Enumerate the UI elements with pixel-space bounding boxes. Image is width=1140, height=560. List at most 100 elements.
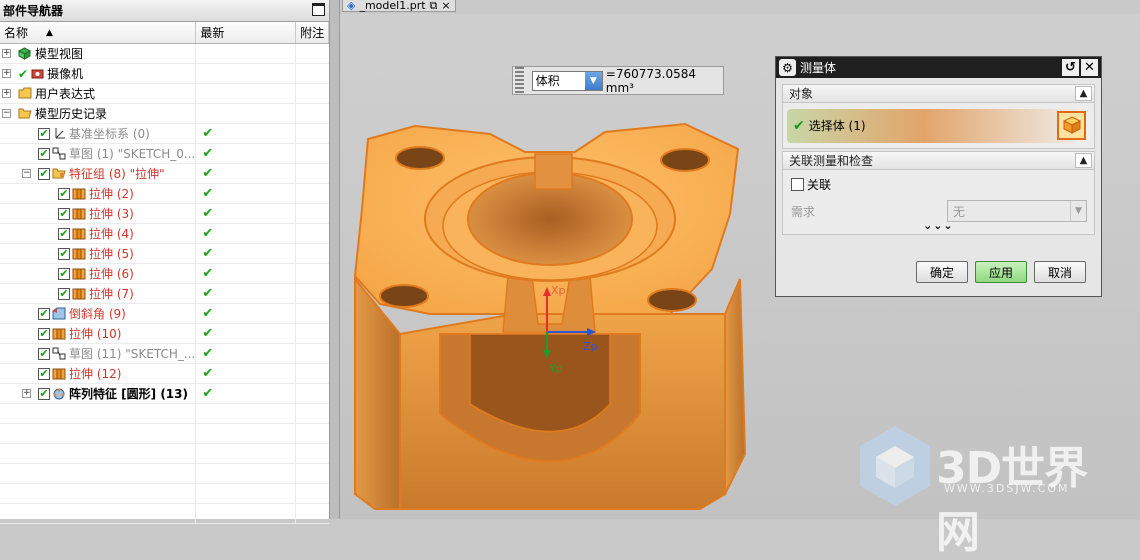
- tree-row[interactable]: ✔ 拉伸 (12) ✔: [0, 364, 329, 384]
- tree-row[interactable]: ✔ 拉伸 (7) ✔: [0, 284, 329, 304]
- tree-row[interactable]: − ✔ 特征组 (8) "拉伸" ✔: [0, 164, 329, 184]
- tree-row[interactable]: ✔ 草图 (1) "SKETCH_0... ✔: [0, 144, 329, 164]
- tree-row[interactable]: + 用户表达式: [0, 84, 329, 104]
- maximize-icon[interactable]: [312, 3, 325, 16]
- tree-row[interactable]: + ✔ 摄像机: [0, 64, 329, 84]
- tree-row-notes: [296, 384, 329, 403]
- panel-splitter[interactable]: [330, 0, 340, 519]
- chevron-up-icon[interactable]: ▲: [1075, 153, 1092, 168]
- model-right-face: [724, 278, 747, 495]
- associative-label: 关联: [807, 178, 832, 192]
- tree-row-notes: [296, 44, 329, 63]
- ok-button[interactable]: 确定: [916, 261, 968, 283]
- tree-row[interactable]: − 模型历史记录: [0, 104, 329, 124]
- tree-row-name: + 模型视图: [0, 44, 197, 63]
- column-header-notes[interactable]: 附注: [296, 22, 329, 43]
- expand-icon[interactable]: +: [2, 89, 11, 98]
- visibility-checkbox[interactable]: ✔: [58, 207, 70, 220]
- drag-grip-icon[interactable]: [515, 67, 524, 94]
- tree-row-label: 倒斜角 (9): [69, 307, 126, 321]
- more-options-icon[interactable]: ⌄⌄⌄: [923, 219, 954, 232]
- empty-row: [0, 444, 329, 464]
- expand-icon[interactable]: +: [2, 49, 11, 58]
- tree-row[interactable]: + ✔ 阵列特征 [圆形] (13) ✔: [0, 384, 329, 404]
- associative-option: 关联: [791, 176, 831, 193]
- tree-row-notes: [296, 84, 329, 103]
- tree-row[interactable]: + 模型视图: [0, 44, 329, 64]
- apply-button[interactable]: 应用: [975, 261, 1027, 283]
- visibility-checkbox[interactable]: ✔: [38, 167, 50, 180]
- tree-row[interactable]: ✔ 拉伸 (10) ✔: [0, 324, 329, 344]
- collapse-icon[interactable]: −: [2, 109, 11, 118]
- expand-icon[interactable]: +: [22, 389, 31, 398]
- cancel-button[interactable]: 取消: [1034, 261, 1086, 283]
- visibility-checkbox[interactable]: ✔: [38, 347, 50, 360]
- visibility-checkbox[interactable]: ✔: [58, 267, 70, 280]
- tree-row[interactable]: ✔ 基准坐标系 (0) ✔: [0, 124, 329, 144]
- tree-row-label: 草图 (1) "SKETCH_0...: [69, 147, 196, 161]
- column-header-name[interactable]: 名称 ▲: [0, 22, 197, 43]
- visibility-checkbox[interactable]: ✔: [58, 187, 70, 200]
- tree-row-name: ✔ 拉伸 (3): [0, 204, 197, 223]
- empty-row: [0, 424, 329, 444]
- tree-row-notes: [296, 264, 329, 283]
- visibility-checkbox[interactable]: ✔: [38, 127, 50, 140]
- tree-row-label: 拉伸 (5): [89, 247, 134, 261]
- mounting-hole: [395, 146, 445, 170]
- tree-row-label: 拉伸 (3): [89, 207, 134, 221]
- requirement-value: 无: [953, 204, 966, 219]
- requirement-select[interactable]: 无 ▼: [947, 200, 1087, 222]
- visibility-checkbox[interactable]: ✔: [38, 307, 50, 320]
- section-assoc-header[interactable]: 关联测量和检查 ▲: [782, 151, 1095, 170]
- check-icon: ✔: [18, 66, 29, 81]
- select-body-button[interactable]: [1057, 110, 1086, 140]
- associative-checkbox[interactable]: [791, 178, 804, 191]
- tree-row[interactable]: ✔ 草图 (11) "SKETCH_... ✔: [0, 344, 329, 364]
- visibility-checkbox[interactable]: ✔: [38, 367, 50, 380]
- select-body-row[interactable]: ✔ 选择体 (1): [787, 108, 1090, 143]
- up-to-date-icon: ✔: [202, 186, 214, 201]
- navigator-title-bar: 部件导航器: [0, 0, 329, 22]
- tree-row-label: 基准坐标系 (0): [69, 127, 150, 141]
- visibility-checkbox[interactable]: ✔: [38, 147, 50, 160]
- visibility-checkbox[interactable]: ✔: [58, 247, 70, 260]
- column-header-latest[interactable]: 最新: [196, 22, 297, 43]
- tree-row[interactable]: ✔ 拉伸 (6) ✔: [0, 264, 329, 284]
- popout-icon[interactable]: ⧉: [430, 0, 438, 13]
- tree-row-label: 模型历史记录: [35, 107, 108, 121]
- tab-model1[interactable]: ◈ _model1.prt ⧉ ×: [342, 0, 456, 12]
- watermark-url: WWW.3DSJW.COM: [944, 482, 1070, 495]
- section-object-header[interactable]: 对象 ▲: [782, 84, 1095, 103]
- close-icon[interactable]: ×: [441, 0, 450, 12]
- collapse-icon[interactable]: −: [22, 169, 31, 178]
- visibility-checkbox[interactable]: ✔: [38, 387, 50, 400]
- dialog-title-bar[interactable]: ⚙ 测量体 ↺ ✕: [776, 57, 1101, 78]
- tree-row-notes: [296, 304, 329, 323]
- up-to-date-icon: ✔: [202, 126, 214, 141]
- tree-row[interactable]: ✔ 拉伸 (5) ✔: [0, 244, 329, 264]
- chevron-down-icon[interactable]: ▼: [1070, 201, 1086, 221]
- tree-row[interactable]: ✔ 倒斜角 (9) ✔: [0, 304, 329, 324]
- navigator-header: 名称 ▲ 最新 附注: [0, 22, 329, 44]
- chevron-up-icon[interactable]: ▲: [1075, 86, 1092, 101]
- tree-row-notes: [296, 284, 329, 303]
- tree-row-notes: [296, 324, 329, 343]
- gear-icon[interactable]: ⚙: [779, 59, 796, 76]
- visibility-checkbox[interactable]: ✔: [38, 327, 50, 340]
- measure-type-select[interactable]: 体积 ▼: [531, 70, 603, 91]
- tree-row[interactable]: ✔ 拉伸 (3) ✔: [0, 204, 329, 224]
- tree-row-notes: [296, 124, 329, 143]
- up-to-date-icon: ✔: [202, 206, 214, 221]
- chevron-down-icon[interactable]: ▼: [584, 71, 602, 90]
- expand-icon[interactable]: +: [2, 69, 11, 78]
- tree-row[interactable]: ✔ 拉伸 (4) ✔: [0, 224, 329, 244]
- empty-row: [0, 464, 329, 484]
- up-to-date-icon: ✔: [202, 246, 214, 261]
- reset-icon[interactable]: ↺: [1062, 59, 1079, 76]
- close-icon[interactable]: ✕: [1081, 59, 1098, 76]
- tree-row-name: ✔ 拉伸 (5): [0, 244, 197, 263]
- select-body-label: 选择体 (1): [808, 119, 866, 133]
- tree-row[interactable]: ✔ 拉伸 (2) ✔: [0, 184, 329, 204]
- visibility-checkbox[interactable]: ✔: [58, 227, 70, 240]
- visibility-checkbox[interactable]: ✔: [58, 287, 70, 300]
